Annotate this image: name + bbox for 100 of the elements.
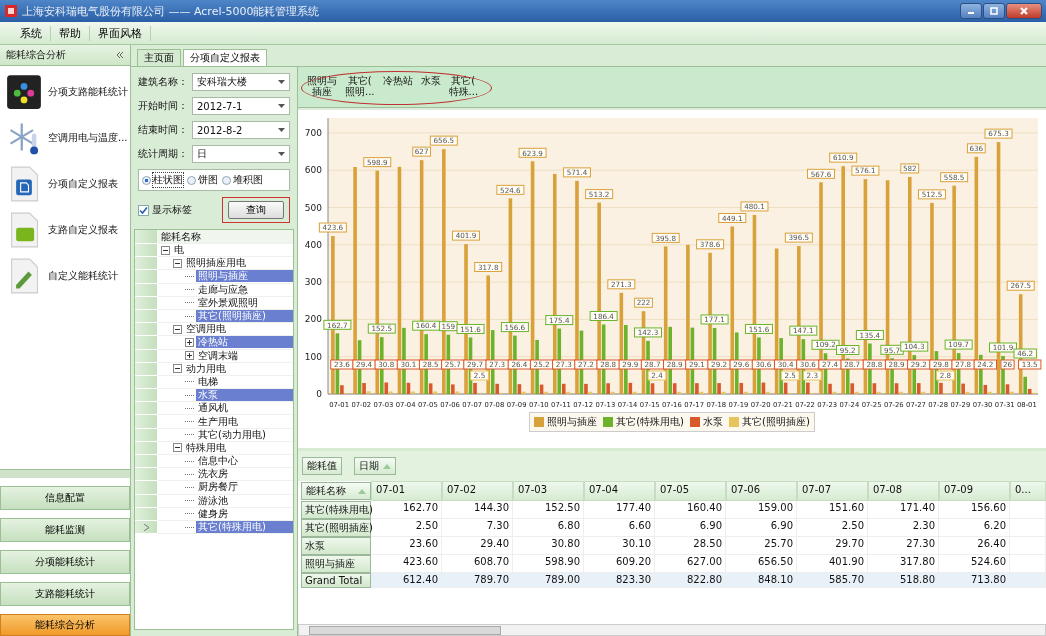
legend-swatch [729,417,739,427]
chevron-icon[interactable] [143,523,149,531]
column-header[interactable]: 07-06 [726,481,797,501]
sort-icon [358,488,366,494]
close-button[interactable] [1006,3,1042,19]
tree-item[interactable]: 空调末端 [196,349,240,362]
column-header[interactable]: 07-09 [939,481,1010,501]
sidebar-item[interactable]: 空调用电与温度... [0,118,130,158]
tree-item[interactable]: 空调用电 [184,323,228,336]
sort-icon [383,463,391,469]
minimize-button[interactable] [960,3,982,19]
navigation-button[interactable]: 信息配置 [0,486,130,510]
sidebar-item[interactable]: 支路自定义报表 [0,210,130,250]
data-field-button[interactable]: 能耗值 [302,457,342,475]
dropdown-field[interactable]: 2012-8-2 [192,121,290,139]
menu-item[interactable]: 界面风格 [90,25,151,41]
radio-option[interactable]: 饼图 [187,173,218,187]
table-cell: 2.50 [797,519,868,537]
sidebar-item[interactable]: 分项自定义报表 [0,164,130,204]
color-dots-icon [6,74,42,110]
maximize-button[interactable] [983,3,1005,19]
maximize-icon [989,6,999,16]
radio-button[interactable] [187,175,196,185]
checkbox-option[interactable]: 显示标签 [138,203,192,217]
tree-item[interactable]: 洗衣房 [196,468,230,481]
selected-item: 照明与 插座 [307,75,337,97]
column-header[interactable]: 07-04 [584,481,655,501]
window-title: 上海安科瑞电气股份有限公司 —— Acrel-5000能耗管理系统 [22,3,320,19]
sidebar-item[interactable]: 自定义能耗统计 [0,256,130,296]
column-header[interactable]: 07-07 [797,481,868,501]
field-label: 开始时间： [138,99,189,113]
collapse-icon[interactable] [173,258,182,268]
radio-button[interactable] [142,175,151,185]
tree-item[interactable]: 照明与插座 [196,270,293,283]
close-icon [1019,6,1029,16]
tree-item[interactable]: 冷热站 [196,336,293,349]
radio-button[interactable] [222,175,231,185]
table-cell: 6.90 [655,519,726,537]
navigation-button[interactable]: 分项能耗统计 [0,550,130,574]
checkbox[interactable] [138,204,149,216]
tree-item[interactable]: 信息中心 [196,455,240,468]
tree-item[interactable]: 照明插座用电 [184,257,248,270]
navigation-button[interactable]: 支路能耗统计 [0,582,130,606]
radio-option[interactable]: 柱状图 [142,173,183,187]
tree-item[interactable]: 其它(照明插座) [196,310,293,323]
row-field-button[interactable]: 能耗名称 [301,482,371,500]
axis-label: 700 [304,127,322,138]
tree-item[interactable]: 健身房 [196,507,230,520]
table-cell: 713.80 [939,573,1010,588]
column-header[interactable]: 07-03 [513,481,584,501]
column-header[interactable]: 0... [1010,481,1046,501]
tree-item[interactable]: 室外景观照明 [196,296,260,309]
column-header[interactable]: 07-08 [868,481,939,501]
collapse-icon[interactable] [161,245,170,255]
tree-item[interactable]: 通风机 [196,402,230,415]
expand-icon[interactable] [185,337,194,347]
collapse-icon[interactable] [173,443,182,453]
axis-label: 200 [304,314,322,325]
column-header[interactable]: 07-02 [442,481,513,501]
legend-swatch [690,417,700,427]
table-cell [1010,501,1046,519]
table-cell: 162.70 [371,501,442,519]
table-cell: 848.10 [726,573,797,588]
row-header: 其它(照明插座) [301,519,371,537]
tree-item[interactable]: 特殊用电 [184,441,228,454]
tab[interactable]: 分项自定义报表 [183,49,267,66]
dropdown-field[interactable]: 安科瑞大楼 [192,73,290,91]
table-cell: 6.20 [939,519,1010,537]
collapse-icon[interactable] [173,324,182,334]
horizontal-scrollbar[interactable] [298,624,1046,636]
table-cell: 6.80 [513,519,584,537]
expand-icon[interactable] [185,351,194,361]
tree-item[interactable]: 生产用电 [196,415,240,428]
sidebar-item[interactable]: 分项支路能耗统计 [0,72,130,112]
legend-label: 照明与插座 [547,415,598,429]
tree-item[interactable]: 水泵 [196,389,293,402]
table-cell: 6.90 [726,519,797,537]
tree-item[interactable]: 其它(动力用电) [196,428,268,441]
navigation-button[interactable]: 能耗综合分析 [0,614,130,636]
tree-item[interactable]: 其它(特殊用电) [196,521,293,534]
dropdown-field[interactable]: 2012-7-1 [192,97,290,115]
radio-option[interactable]: 堆积图 [222,173,263,187]
collapse-icon[interactable] [173,364,182,374]
menu-item[interactable]: 帮助 [51,25,90,41]
column-header[interactable]: 07-05 [655,481,726,501]
tree-item[interactable]: 电 [172,244,186,257]
tree-item[interactable]: 电梯 [196,375,220,388]
column-header[interactable]: 07-01 [371,481,442,501]
dropdown-field[interactable]: 日 [192,145,290,163]
tab[interactable]: 主页面 [137,49,181,66]
tree-item[interactable]: 动力用电 [184,362,228,375]
row-header: 水泵 [301,537,371,555]
tree-item[interactable]: 走廊与应急 [196,283,250,296]
column-field-button[interactable]: 日期 [354,457,396,475]
tree-item[interactable]: 厨房餐厅 [196,481,240,494]
tree-item[interactable]: 游泳池 [196,494,230,507]
query-button[interactable]: 查询 [228,201,284,219]
navigation-button[interactable]: 能耗监测 [0,518,130,542]
menu-item[interactable]: 系统 [12,25,51,41]
table-cell: 156.60 [939,501,1010,519]
